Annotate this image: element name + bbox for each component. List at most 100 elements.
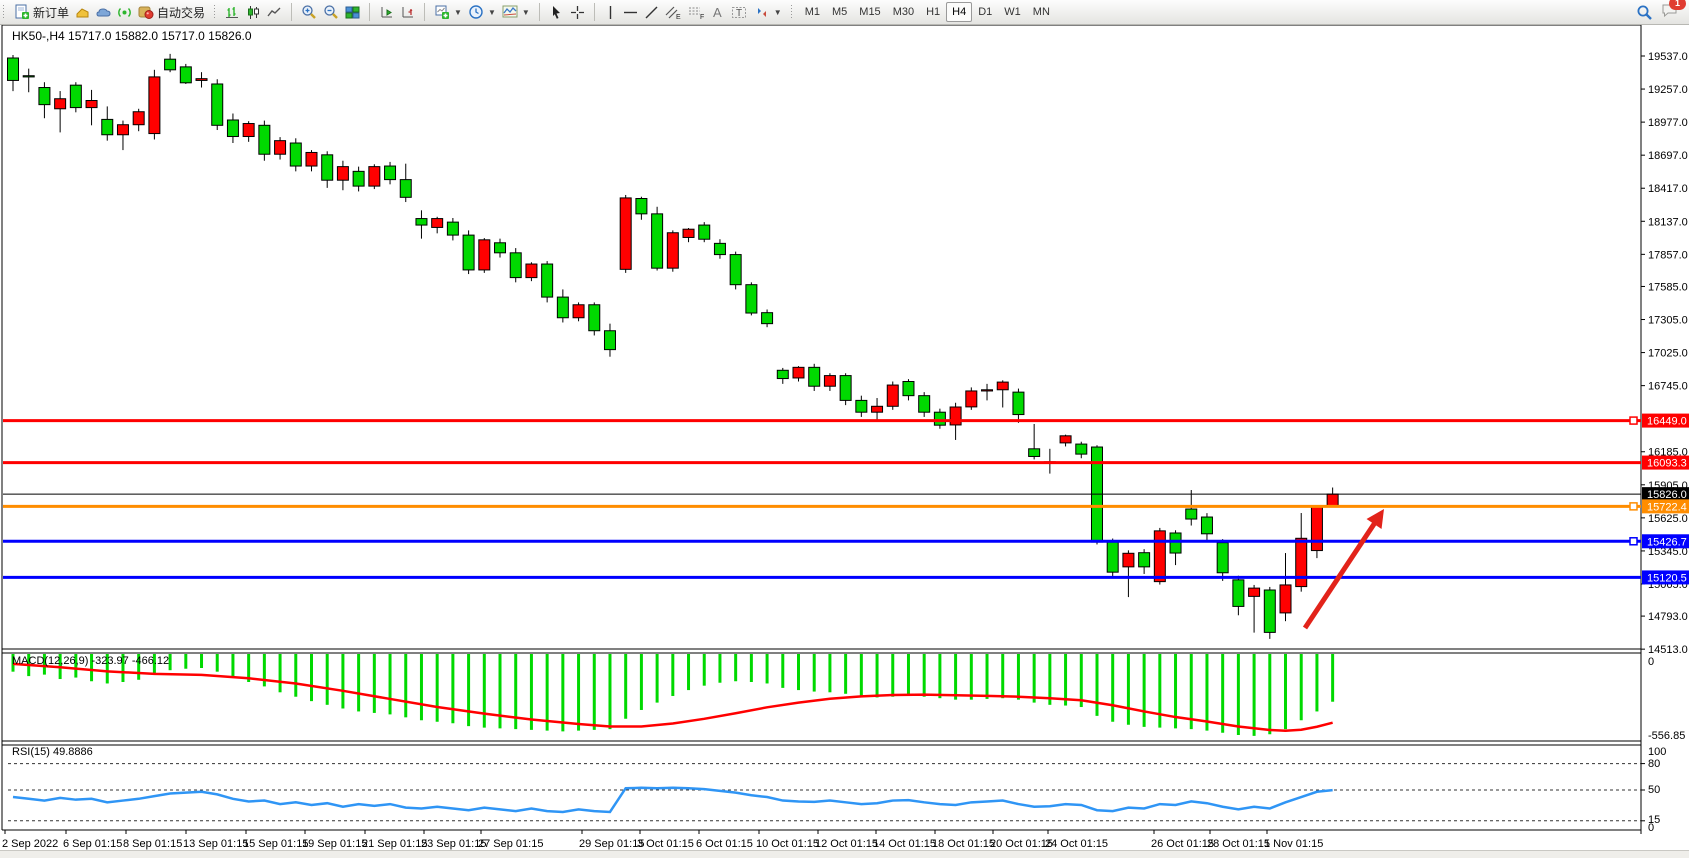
candle[interactable] (196, 79, 207, 81)
candle[interactable] (1029, 449, 1040, 457)
crosshair-tool-button[interactable] (567, 2, 588, 22)
candle[interactable] (604, 331, 615, 350)
bar-chart-mode-button[interactable] (222, 2, 243, 22)
candle[interactable] (495, 243, 506, 253)
time-axis-label[interactable]: 19 Sep 01:15 (302, 838, 367, 850)
timeframe-button-h1[interactable]: H1 (920, 2, 946, 22)
candle[interactable] (290, 143, 301, 166)
candle[interactable] (1154, 531, 1165, 582)
new-chart-button[interactable]: ▼ (431, 2, 465, 22)
candle[interactable] (385, 166, 396, 180)
candle[interactable] (8, 58, 19, 80)
vertical-line-tool-button[interactable] (601, 2, 620, 22)
candle[interactable] (1107, 542, 1118, 572)
period-presets-button[interactable]: ▼ (465, 2, 499, 22)
candle[interactable] (667, 233, 678, 268)
candle[interactable] (1139, 553, 1150, 567)
fibonacci-tool-button[interactable]: F (685, 2, 708, 22)
candle[interactable] (1123, 553, 1134, 567)
chart-shift-button[interactable] (397, 2, 418, 22)
candle[interactable] (149, 77, 160, 134)
candle[interactable] (793, 367, 804, 378)
time-axis-label[interactable]: 18 Oct 01:15 (932, 838, 995, 850)
candle[interactable] (636, 199, 647, 214)
candle[interactable] (573, 305, 584, 318)
candle[interactable] (746, 285, 757, 313)
candle[interactable] (55, 99, 66, 109)
time-axis-label[interactable]: 2 Sep 2022 (2, 838, 58, 850)
autotrade-button[interactable]: 自动交易 (135, 2, 208, 22)
candle[interactable] (70, 85, 81, 107)
time-axis-label[interactable]: 14 Oct 01:15 (873, 838, 936, 850)
timeframe-button-d1[interactable]: D1 (972, 2, 998, 22)
candle[interactable] (102, 119, 113, 134)
indicators-dropdown-caret[interactable]: ▼ (522, 8, 530, 17)
candle[interactable] (86, 101, 97, 108)
time-axis-label[interactable]: 8 Sep 01:15 (123, 838, 182, 850)
trendline-tool-button[interactable] (641, 2, 662, 22)
candlestick-mode-button[interactable] (243, 2, 264, 22)
timeframe-button-mn[interactable]: MN (1027, 2, 1056, 22)
candle[interactable] (353, 171, 364, 186)
cursor-tool-button[interactable] (546, 2, 567, 22)
new-chart-dropdown-caret[interactable]: ▼ (454, 8, 462, 17)
timeframe-button-m15[interactable]: M15 (853, 2, 886, 22)
line-handle[interactable] (1630, 503, 1637, 510)
line-handle[interactable] (1630, 538, 1637, 545)
candle[interactable] (966, 391, 977, 407)
candle[interactable] (620, 198, 631, 269)
arrows-dropdown-caret[interactable]: ▼ (774, 8, 782, 17)
candle[interactable] (1249, 588, 1260, 596)
time-axis-label[interactable]: 21 Sep 01:15 (362, 838, 427, 850)
candle[interactable] (934, 412, 945, 425)
candle[interactable] (526, 264, 537, 278)
candle[interactable] (243, 124, 254, 137)
candle[interactable] (840, 376, 851, 401)
candle[interactable] (117, 125, 128, 135)
candle[interactable] (306, 152, 317, 166)
candle[interactable] (369, 167, 380, 186)
candle[interactable] (322, 155, 333, 180)
candle[interactable] (714, 243, 725, 254)
time-axis-label[interactable]: 28 Oct 01:15 (1207, 838, 1270, 850)
time-axis-label[interactable]: 27 Sep 01:15 (478, 838, 543, 850)
timeframe-button-m5[interactable]: M5 (826, 2, 853, 22)
search-icon[interactable] (1636, 4, 1653, 21)
candle[interactable] (23, 76, 34, 77)
horizontal-line-tool-button[interactable] (620, 2, 641, 22)
time-axis-label[interactable]: 15 Sep 01:15 (243, 838, 308, 850)
candle[interactable] (447, 222, 458, 235)
candle[interactable] (432, 219, 443, 228)
time-axis-label[interactable]: 12 Oct 01:15 (815, 838, 878, 850)
auto-scroll-button[interactable] (376, 2, 397, 22)
candle[interactable] (699, 225, 710, 239)
indicators-button[interactable]: ▼ (499, 2, 533, 22)
candle[interactable] (809, 367, 820, 386)
candle[interactable] (1060, 436, 1071, 443)
timeframe-button-m1[interactable]: M1 (799, 2, 826, 22)
zoom-in-button[interactable] (298, 2, 320, 22)
candle[interactable] (997, 382, 1008, 390)
line-handle[interactable] (1630, 417, 1637, 424)
time-axis-label[interactable]: 29 Sep 01:15 (579, 838, 644, 850)
candle[interactable] (1076, 444, 1087, 454)
candle[interactable] (950, 407, 961, 425)
candle[interactable] (227, 120, 238, 137)
period-presets-caret[interactable]: ▼ (488, 8, 496, 17)
time-axis-label[interactable]: 6 Oct 01:15 (696, 838, 753, 850)
notifications-button[interactable]: 1 (1661, 2, 1679, 22)
zoom-out-button[interactable] (320, 2, 342, 22)
candle[interactable] (165, 59, 176, 70)
candle[interactable] (275, 141, 286, 155)
candle[interactable] (1233, 580, 1244, 607)
time-axis-label[interactable]: 20 Oct 01:15 (990, 838, 1053, 850)
candle[interactable] (903, 382, 914, 396)
candle[interactable] (777, 370, 788, 378)
time-axis-label[interactable]: 6 Sep 01:15 (63, 838, 122, 850)
text-tool-button[interactable]: A (708, 2, 728, 22)
time-axis-label[interactable]: 1 Nov 01:15 (1264, 838, 1323, 850)
candle[interactable] (856, 400, 867, 412)
label-tool-button[interactable]: T (728, 2, 751, 22)
candle[interactable] (1186, 509, 1197, 519)
arrows-tool-button[interactable]: ▼ (751, 2, 785, 22)
